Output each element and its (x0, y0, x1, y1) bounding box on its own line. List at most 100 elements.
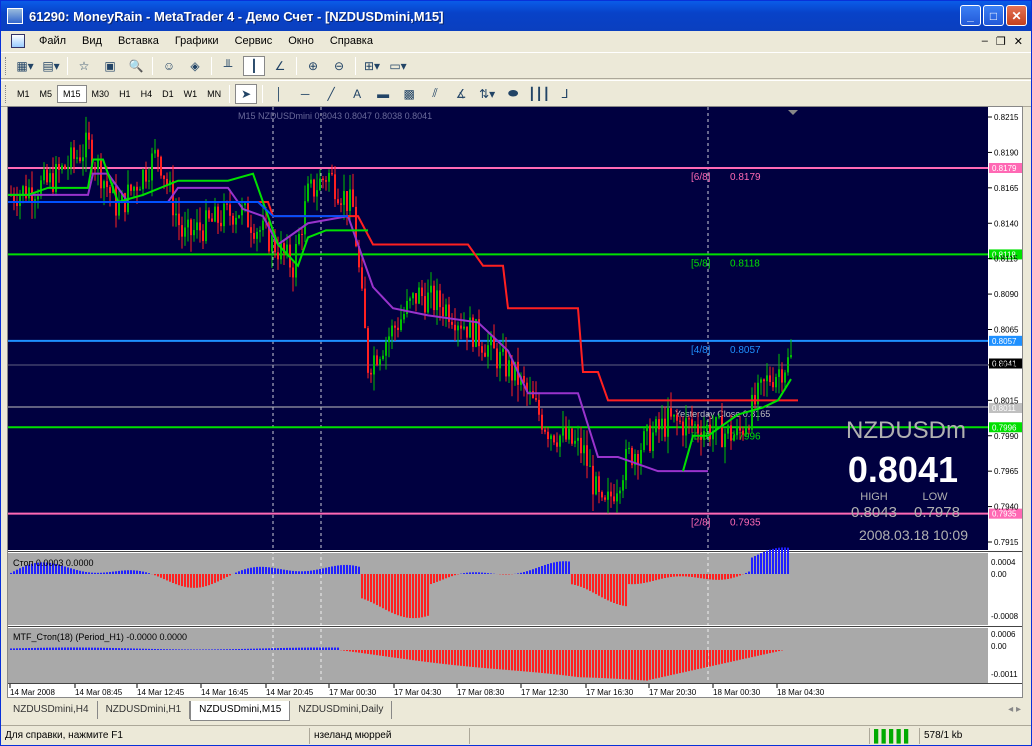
menu-help[interactable]: Справка (322, 35, 381, 47)
new-order-icon[interactable]: ◈ (184, 56, 206, 76)
murrey-level-label: [2/8] (691, 518, 711, 529)
ellipse-tool-icon[interactable]: ⬬ (502, 84, 524, 104)
andrews-pitchfork-icon[interactable]: ⅃ (554, 84, 576, 104)
stop-histogram-bar (592, 574, 594, 593)
mdi-restore-button[interactable]: ❐ (996, 35, 1006, 48)
mtf-histogram-bar (148, 648, 150, 650)
tab-h4[interactable]: NZDUSDmini,H4 (5, 701, 98, 719)
timeframe-d1[interactable]: D1 (157, 85, 179, 103)
stop-histogram-bar (490, 573, 492, 574)
indicators-icon[interactable]: ⊞▾ (361, 56, 383, 76)
bar-chart-icon[interactable]: ╨ (217, 56, 239, 76)
timeframe-m15[interactable]: M15 (57, 84, 87, 103)
market-watch-icon[interactable]: ☆ (73, 56, 95, 76)
periods-icon[interactable]: ▭▾ (387, 56, 409, 76)
text-tool-icon[interactable]: A (346, 84, 368, 104)
timeframe-mn[interactable]: MN (202, 85, 226, 103)
navigator-icon[interactable]: 🔍 (125, 56, 147, 76)
line-chart-icon[interactable]: ∠ (269, 56, 291, 76)
channel-tool-icon[interactable]: ⫽ (424, 84, 446, 104)
stop-histogram-bar (256, 566, 258, 574)
mdi-minimize-button[interactable]: – (982, 35, 988, 48)
main-pane[interactable] (8, 107, 988, 550)
tab-scroll-arrows[interactable]: ◂ ▸ (1008, 704, 1021, 715)
stop-histogram-bar (133, 570, 135, 574)
title-bar[interactable]: 61290: MoneyRain - MetaTrader 4 - Демо С… (1, 1, 1031, 31)
stop-histogram-bar (607, 574, 609, 601)
mtf-histogram-bar (19, 648, 21, 650)
chart-window[interactable]: [6/8] 0.8179 0.8179 [5/8] 0.8118 0.8118 [4/8] 0… (7, 106, 1023, 698)
profiles-icon[interactable]: ▤▾ (40, 56, 62, 76)
indicator1-pane[interactable] (8, 553, 988, 625)
mtf-histogram-bar (181, 649, 183, 650)
price-tick-label: 0.8015 (994, 396, 1019, 405)
candle-body (763, 379, 765, 382)
angle-tool-icon[interactable]: ∡ (450, 84, 472, 104)
candle-body (193, 230, 195, 236)
price-tick-label: 0.7915 (994, 538, 1019, 547)
zoom-in-icon[interactable]: ⊕ (302, 56, 324, 76)
arrows-tool-icon[interactable]: ⇅▾ (476, 84, 498, 104)
expert-advisors-icon[interactable]: ☺ (158, 56, 180, 76)
mtf-histogram-bar (772, 650, 774, 653)
yesterday-close-tag-text: 0.8011 (992, 404, 1016, 413)
minimize-button[interactable]: _ (960, 5, 981, 26)
stop-histogram-bar (610, 574, 612, 602)
rectangle-tool-icon[interactable]: ▬ (372, 84, 394, 104)
stop-histogram-bar (262, 566, 264, 574)
candle-body (481, 346, 483, 353)
tab-m15[interactable]: NZDUSDmini,M15 (190, 701, 291, 721)
menu-tools[interactable]: Сервис (227, 35, 281, 47)
horizontal-line-icon[interactable]: ─ (294, 84, 316, 104)
candle-body (40, 180, 42, 197)
trendline-icon[interactable]: ╱ (320, 84, 342, 104)
menu-charts[interactable]: Графики (167, 35, 227, 47)
stop-histogram-bar (106, 572, 108, 574)
mtf-histogram-bar (34, 647, 36, 650)
candle-body (724, 433, 726, 448)
stop-histogram-bar (388, 574, 390, 612)
data-window-icon[interactable]: ▣ (99, 56, 121, 76)
candle-body (601, 492, 603, 498)
cursor-icon[interactable]: ➤ (235, 83, 258, 104)
menu-insert[interactable]: Вставка (110, 35, 167, 47)
price-chart[interactable]: [6/8] 0.81790.8179[5/8] 0.81180.8118[4/8] 0… (8, 107, 1022, 697)
candle-body (316, 190, 318, 197)
mtf-histogram-bar (130, 648, 132, 650)
stop-histogram-bar (283, 569, 285, 574)
timeframe-h4[interactable]: H4 (136, 85, 158, 103)
cycle-lines-icon[interactable]: ┃┃┃ (528, 84, 550, 104)
tab-daily[interactable]: NZDUSDmini,Daily (290, 701, 393, 719)
toolbar-grip[interactable] (5, 56, 8, 75)
menu-bar: Файл Вид Вставка Графики Сервис Окно Спр… (1, 31, 1031, 51)
tab-h1[interactable]: NZDUSDmini,H1 (97, 701, 191, 719)
timeframe-w1[interactable]: W1 (179, 85, 203, 103)
vertical-line-icon[interactable]: │ (268, 84, 290, 104)
menu-file[interactable]: Файл (31, 35, 74, 47)
candlestick-icon[interactable]: ┃ (243, 55, 265, 76)
timeframe-m30[interactable]: M30 (87, 85, 115, 103)
candle-body (373, 355, 375, 375)
stop-histogram-bar (88, 572, 90, 574)
new-chart-icon[interactable]: ▦▾ (14, 56, 36, 76)
grid-tool-icon[interactable]: ▩ (398, 84, 420, 104)
toolbar-grip[interactable] (5, 84, 8, 103)
mdi-close-button[interactable]: ✕ (1014, 35, 1023, 48)
maximize-button[interactable]: □ (983, 5, 1004, 26)
candle-body (502, 348, 504, 352)
chart-window-icon[interactable] (11, 34, 25, 48)
menu-view[interactable]: Вид (74, 35, 110, 47)
stop-histogram-bar (376, 574, 378, 606)
zoom-out-icon[interactable]: ⊖ (328, 56, 350, 76)
timeframe-m5[interactable]: M5 (35, 85, 58, 103)
stop-histogram-bar (193, 574, 195, 588)
mtf-histogram-bar (301, 647, 303, 650)
mtf-histogram-bar (142, 648, 144, 650)
menu-window[interactable]: Окно (280, 35, 322, 47)
stop-histogram-bar (622, 574, 624, 606)
timeframe-h1[interactable]: H1 (114, 85, 136, 103)
timeframe-m1[interactable]: M1 (12, 85, 35, 103)
mtf-histogram-bar (757, 650, 759, 656)
time-tick-label: 14 Mar 2008 (10, 688, 55, 697)
close-button[interactable]: ✕ (1006, 5, 1027, 26)
